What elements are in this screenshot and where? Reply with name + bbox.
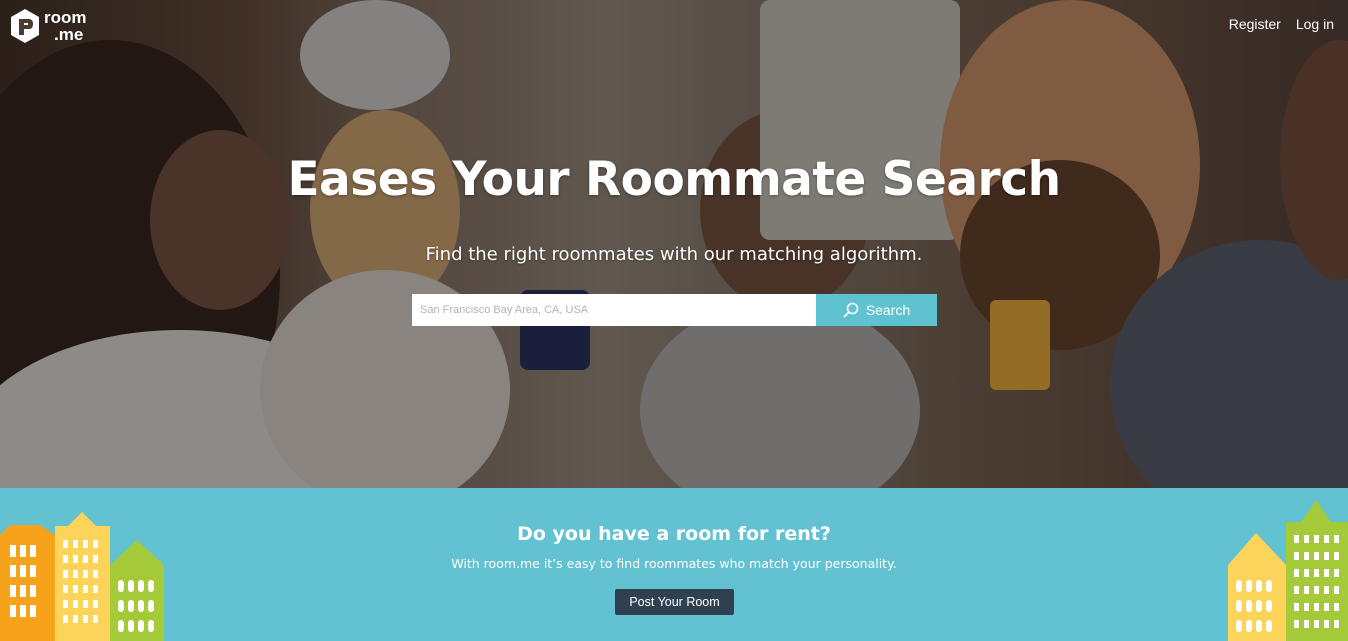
search-button[interactable]: Search (816, 294, 937, 326)
room-for-rent-section: Do you have a room for rent? With room.m… (0, 488, 1348, 641)
location-search: Search (412, 294, 937, 326)
register-link[interactable]: Register (1229, 16, 1281, 32)
brand-line2: .me (54, 25, 84, 44)
brand-wordmark: room .me (44, 9, 87, 43)
buildings-right-illustration (1228, 500, 1348, 641)
magnifier-icon (843, 302, 859, 318)
search-button-label: Search (865, 302, 911, 318)
location-search-input[interactable] (412, 294, 816, 326)
hero-title: Eases Your Roommate Search (287, 152, 1061, 207)
hero-subtitle: Find the right roommates with our matchi… (425, 244, 923, 265)
brand-logo[interactable]: room .me (10, 8, 87, 44)
rent-subtitle: With room.me it’s easy to find roommates… (451, 556, 897, 571)
post-room-button[interactable]: Post Your Room (615, 589, 734, 615)
rent-title: Do you have a room for rent? (517, 523, 831, 545)
top-nav: Register Log in (1229, 16, 1334, 32)
hero-section: room .me Register Log in Eases Your Room… (0, 0, 1348, 488)
top-bar: room .me Register Log in (0, 0, 1348, 52)
brand-line1: room (44, 8, 87, 27)
room-me-logo-icon (11, 9, 39, 43)
login-link[interactable]: Log in (1296, 16, 1334, 32)
